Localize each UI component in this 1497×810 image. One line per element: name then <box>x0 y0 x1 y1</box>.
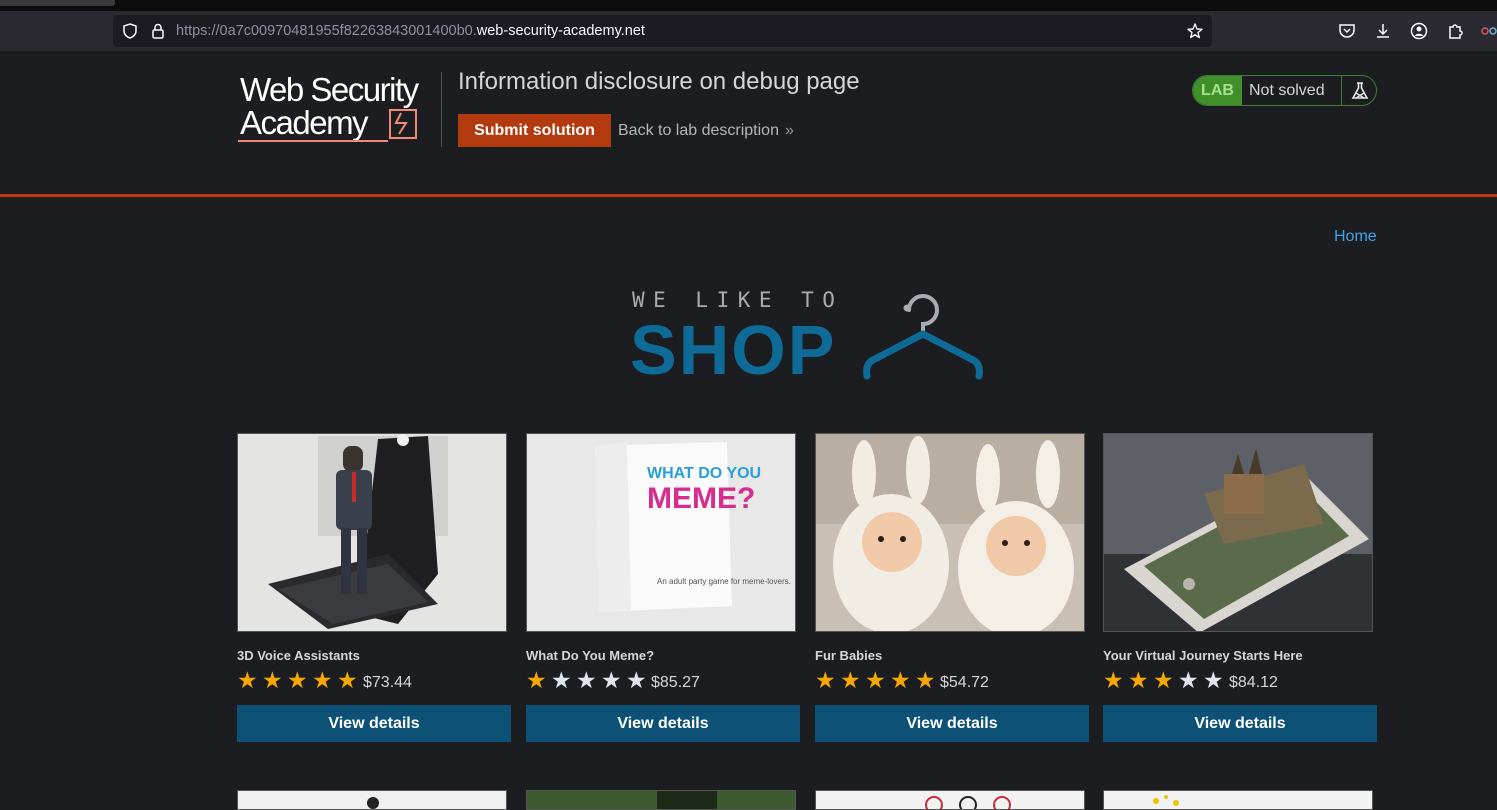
download-icon[interactable] <box>1373 21 1393 41</box>
address-bar[interactable]: https://0a7c00970481955f82263843001400b0… <box>113 15 1212 47</box>
product-name: Your Virtual Journey Starts Here <box>1103 648 1303 663</box>
lab-status-badge: LAB Not solved <box>1192 75 1377 106</box>
view-details-button[interactable]: View details <box>237 705 511 742</box>
star-icon: ★ <box>312 667 333 693</box>
product-price: $54.72 <box>940 674 989 691</box>
meme-box-line1: WHAT DO YOU <box>647 465 761 482</box>
star-icon: ★ <box>551 667 572 693</box>
product-price: $85.27 <box>651 674 700 691</box>
star-icon: ★ <box>626 667 647 693</box>
svg-text:Web Security: Web Security <box>240 72 420 108</box>
banner-tagline: WE LIKE TO <box>632 288 844 312</box>
star-icon: ★ <box>840 667 861 693</box>
meme-box-caption: An adult party game for meme-lovers. <box>657 577 791 586</box>
star-icon: ★ <box>576 667 597 693</box>
star-rating: ★ ★ ★ ★ ★ <box>1103 668 1228 692</box>
logo-divider <box>441 72 442 147</box>
star-icon: ★ <box>890 667 911 693</box>
meme-box-line2: MEME? <box>647 482 755 515</box>
star-icon: ★ <box>1203 667 1224 693</box>
lab-badge-label: LAB <box>1193 76 1242 105</box>
product-image[interactable] <box>815 790 1085 810</box>
lab-header: Web Security Academy Information disclos… <box>0 51 1497 194</box>
product-image[interactable]: WHAT DO YOU MEME? An adult party game fo… <box>526 433 796 632</box>
product-card: Fur Babies ★ ★ ★ ★ ★ $54.72 View details <box>815 433 1089 742</box>
shop-banner: WE LIKE TO SHOP <box>630 286 985 389</box>
product-image[interactable] <box>237 790 507 810</box>
hanger-icon <box>863 294 983 380</box>
tab-strip <box>0 0 1497 11</box>
star-icon: ★ <box>1153 667 1174 693</box>
extensions-icon[interactable] <box>1445 21 1465 41</box>
product-card: WHAT DO YOU MEME? An adult party game fo… <box>526 433 800 742</box>
view-details-button[interactable]: View details <box>526 705 800 742</box>
star-icon: ★ <box>865 667 886 693</box>
star-icon: ★ <box>601 667 622 693</box>
submit-solution-button[interactable]: Submit solution <box>458 114 611 147</box>
product-image[interactable] <box>1103 790 1373 810</box>
account-icon[interactable] <box>1409 21 1429 41</box>
back-link-label: Back to lab description <box>618 122 779 139</box>
header-accent-line <box>0 194 1497 197</box>
pocket-icon[interactable] <box>1337 21 1357 41</box>
star-icon: ★ <box>337 667 358 693</box>
product-name: 3D Voice Assistants <box>237 648 360 663</box>
product-card: Your Virtual Journey Starts Here ★ ★ ★ ★ ★ $… <box>1103 433 1377 742</box>
product-image[interactable] <box>815 433 1085 632</box>
url-prefix: https://0a7c00970481955f82263843001400b0… <box>176 23 477 39</box>
product-name: Fur Babies <box>815 648 883 663</box>
home-link[interactable]: Home <box>1334 228 1377 246</box>
star-icon: ★ <box>287 667 308 693</box>
lock-icon[interactable] <box>149 22 167 40</box>
banner-word: SHOP <box>630 311 837 389</box>
star-rating: ★ ★ ★ ★ ★ <box>815 668 940 692</box>
view-details-button[interactable]: View details <box>815 705 1089 742</box>
star-icon: ★ <box>1128 667 1149 693</box>
star-icon: ★ <box>815 667 836 693</box>
shield-icon[interactable] <box>121 22 139 40</box>
star-icon: ★ <box>237 667 258 693</box>
product-name: What Do You Meme? <box>526 648 655 663</box>
url-domain: web-security-academy.net <box>476 23 645 39</box>
star-icon: ★ <box>1103 667 1124 693</box>
active-tab[interactable] <box>0 0 115 6</box>
double-chevron-icon: » <box>784 122 794 139</box>
url-text[interactable]: https://0a7c00970481955f82263843001400b0… <box>176 23 645 39</box>
star-rating: ★ ★ ★ ★ ★ <box>526 668 651 692</box>
academy-logo[interactable]: Web Security Academy <box>238 71 440 144</box>
product-price: $84.12 <box>1229 674 1278 691</box>
star-icon: ★ <box>915 667 936 693</box>
browser-toolbar: https://0a7c00970481955f82263843001400b0… <box>0 11 1497 51</box>
star-icon: ★ <box>526 667 547 693</box>
product-card: 3D Voice Assistants ★ ★ ★ ★ ★ $73.44 View de… <box>237 433 511 742</box>
lab-title: Information disclosure on debug page <box>458 68 860 95</box>
back-to-lab-description-link[interactable]: Back to lab description » <box>618 122 794 140</box>
star-rating: ★ ★ ★ ★ ★ <box>237 668 362 692</box>
product-price: $73.44 <box>363 674 412 691</box>
product-image[interactable] <box>1103 433 1373 632</box>
star-icon: ★ <box>262 667 283 693</box>
view-details-button[interactable]: View details <box>1103 705 1377 742</box>
product-image[interactable] <box>526 790 796 810</box>
star-icon: ★ <box>1178 667 1199 693</box>
more-icon[interactable] <box>1480 21 1497 41</box>
product-image[interactable] <box>237 433 507 632</box>
flask-icon <box>1341 76 1376 105</box>
star-bookmark-icon[interactable] <box>1186 22 1204 40</box>
svg-text:Academy: Academy <box>240 104 369 141</box>
lab-status-text: Not solved <box>1249 82 1325 99</box>
